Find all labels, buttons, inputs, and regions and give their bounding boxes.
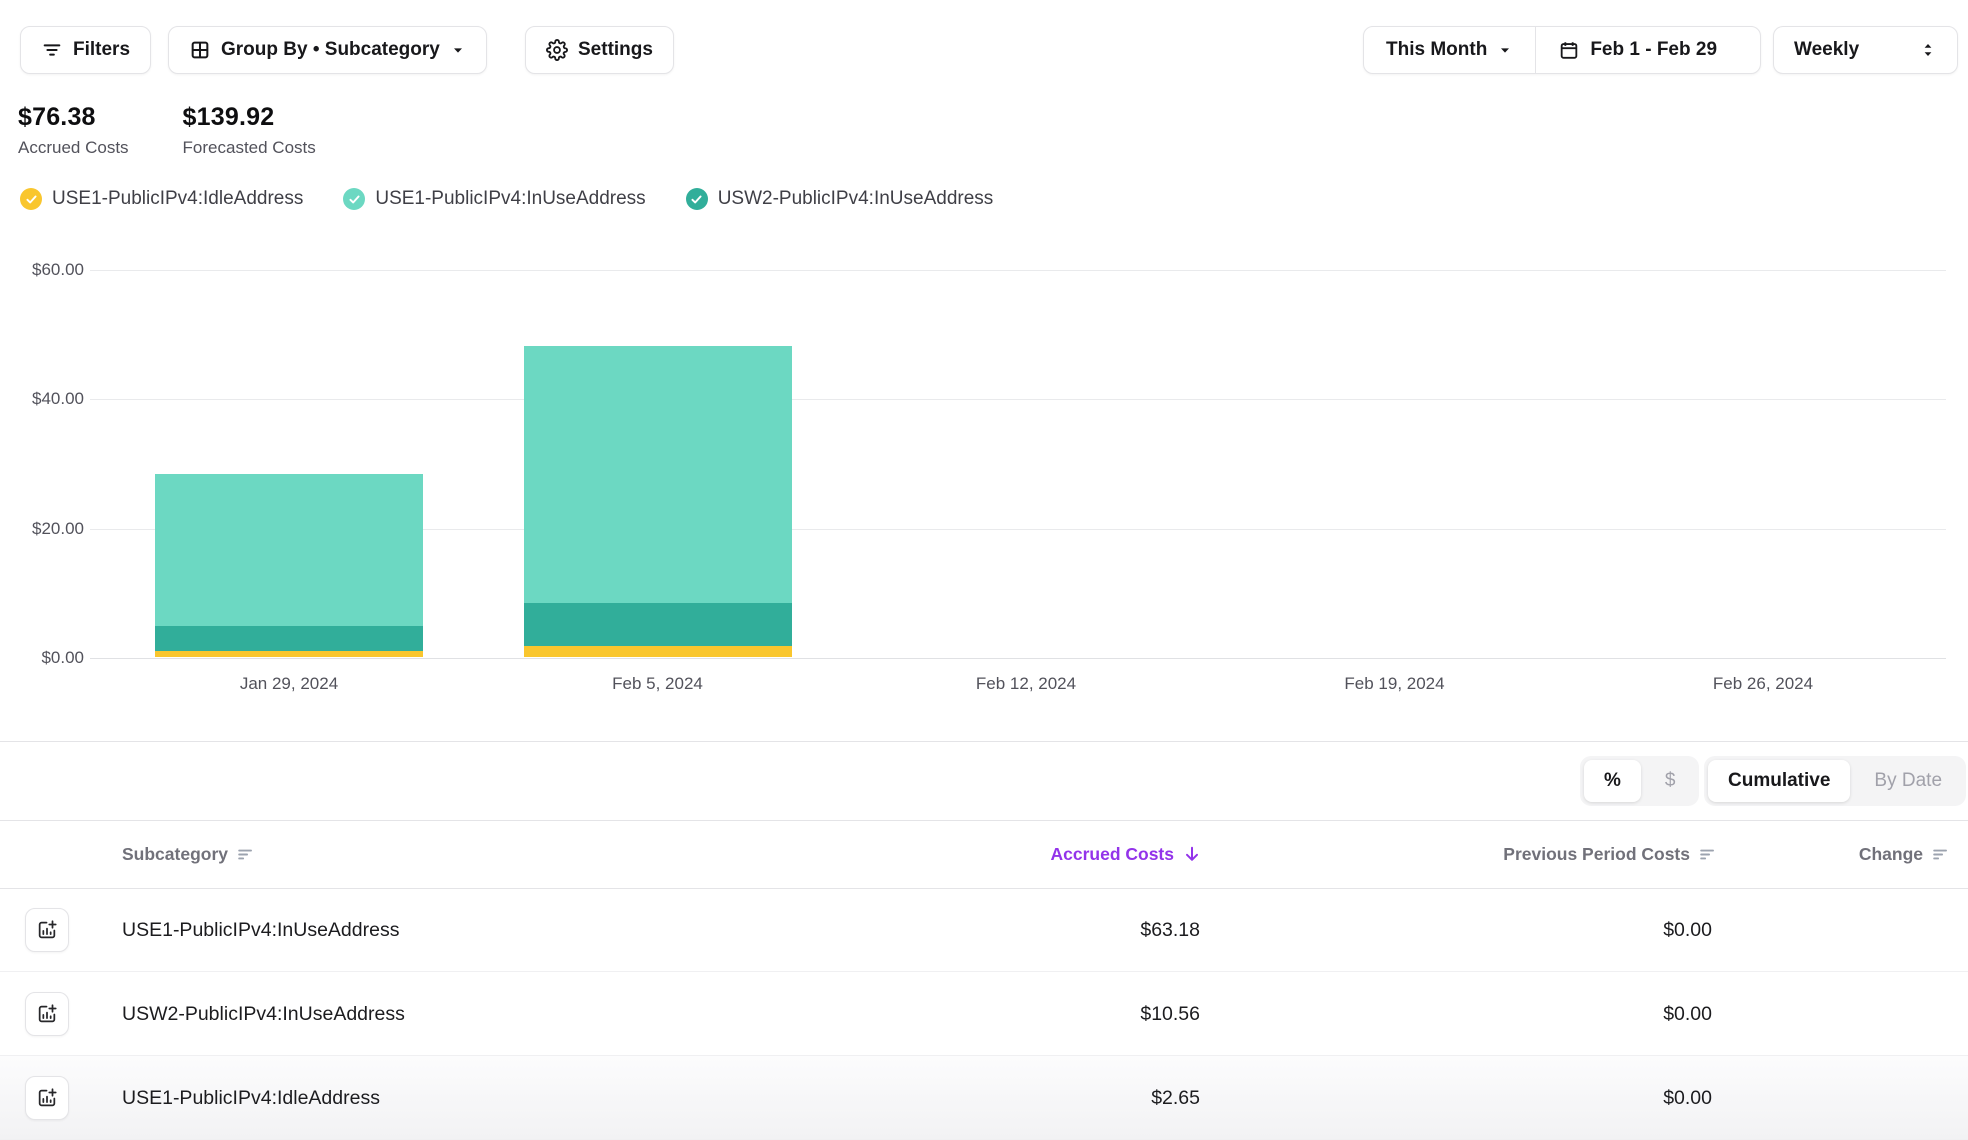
accrued-costs-cell: $63.18: [1140, 888, 1200, 972]
x-axis-tick-label: Feb 12, 2024: [906, 674, 1146, 694]
add-to-chart-button[interactable]: [25, 992, 69, 1036]
section-divider: [0, 741, 1968, 742]
add-chart-icon: [36, 919, 58, 941]
bar-segment[interactable]: [155, 626, 423, 651]
bar-segment[interactable]: [524, 346, 792, 603]
column-label: Change: [1859, 844, 1923, 865]
mode-toggle-option[interactable]: By Date: [1854, 760, 1962, 802]
previous-period-costs-cell: $0.00: [1663, 972, 1712, 1056]
subcategory-cell: USW2-PublicIPv4:InUseAddress: [122, 972, 405, 1056]
unit-toggle-option[interactable]: %: [1584, 760, 1641, 802]
unit-toggle-option[interactable]: $: [1645, 760, 1696, 802]
arrow-down-icon: [1182, 844, 1202, 864]
bar-stack: [524, 346, 792, 657]
sort-lines-icon: [1698, 845, 1717, 864]
bar-segment[interactable]: [155, 474, 423, 626]
column-header-previous-period-costs[interactable]: Previous Period Costs: [1503, 820, 1717, 888]
y-axis-tick-label: $20.00: [0, 519, 84, 539]
mode-toggle: CumulativeBy Date: [1704, 756, 1966, 806]
y-axis-tick-label: $0.00: [0, 648, 84, 668]
table-row[interactable]: USE1-PublicIPv4:IdleAddress $2.65 $0.00: [0, 1056, 1968, 1140]
subcategory-cell: USE1-PublicIPv4:IdleAddress: [122, 1056, 380, 1140]
add-chart-icon: [36, 1003, 58, 1025]
cost-dashboard: Filters Group By • Subcategory Settings …: [0, 0, 1968, 1134]
add-to-chart-button[interactable]: [25, 908, 69, 952]
bar-stack: [155, 474, 423, 657]
y-axis-tick-label: $40.00: [0, 389, 84, 409]
x-axis-tick-label: Feb 5, 2024: [538, 674, 778, 694]
subcategory-cell: USE1-PublicIPv4:InUseAddress: [122, 888, 399, 972]
unit-toggle: %$: [1580, 756, 1699, 806]
sort-lines-icon: [1931, 845, 1950, 864]
y-axis-tick-label: $60.00: [0, 260, 84, 280]
bar-segment[interactable]: [524, 646, 792, 657]
column-label: Accrued Costs: [1050, 844, 1174, 865]
x-axis-tick-label: Feb 19, 2024: [1275, 674, 1515, 694]
accrued-costs-cell: $10.56: [1140, 972, 1200, 1056]
column-header-accrued-costs[interactable]: Accrued Costs: [1050, 820, 1202, 888]
x-axis-tick-label: Feb 26, 2024: [1643, 674, 1883, 694]
column-label: Previous Period Costs: [1503, 844, 1690, 865]
add-chart-icon: [36, 1087, 58, 1109]
accrued-costs-cell: $2.65: [1151, 1056, 1200, 1140]
previous-period-costs-cell: $0.00: [1663, 1056, 1712, 1140]
gridline: [90, 658, 1946, 659]
bar-segment[interactable]: [524, 603, 792, 646]
x-axis-tick-label: Jan 29, 2024: [169, 674, 409, 694]
gridline: [90, 270, 1946, 271]
gridline: [90, 399, 1946, 400]
previous-period-costs-cell: $0.00: [1663, 888, 1712, 972]
table-row[interactable]: USW2-PublicIPv4:InUseAddress $10.56 $0.00: [0, 972, 1968, 1056]
column-header-change[interactable]: Change: [1859, 820, 1950, 888]
table-row[interactable]: USE1-PublicIPv4:InUseAddress $63.18 $0.00: [0, 888, 1968, 972]
add-to-chart-button[interactable]: [25, 1076, 69, 1120]
sort-lines-icon: [236, 845, 255, 864]
mode-toggle-option[interactable]: Cumulative: [1708, 760, 1850, 802]
column-label: Subcategory: [122, 844, 228, 865]
column-header-subcategory[interactable]: Subcategory: [122, 820, 255, 888]
bar-segment[interactable]: [155, 651, 423, 657]
